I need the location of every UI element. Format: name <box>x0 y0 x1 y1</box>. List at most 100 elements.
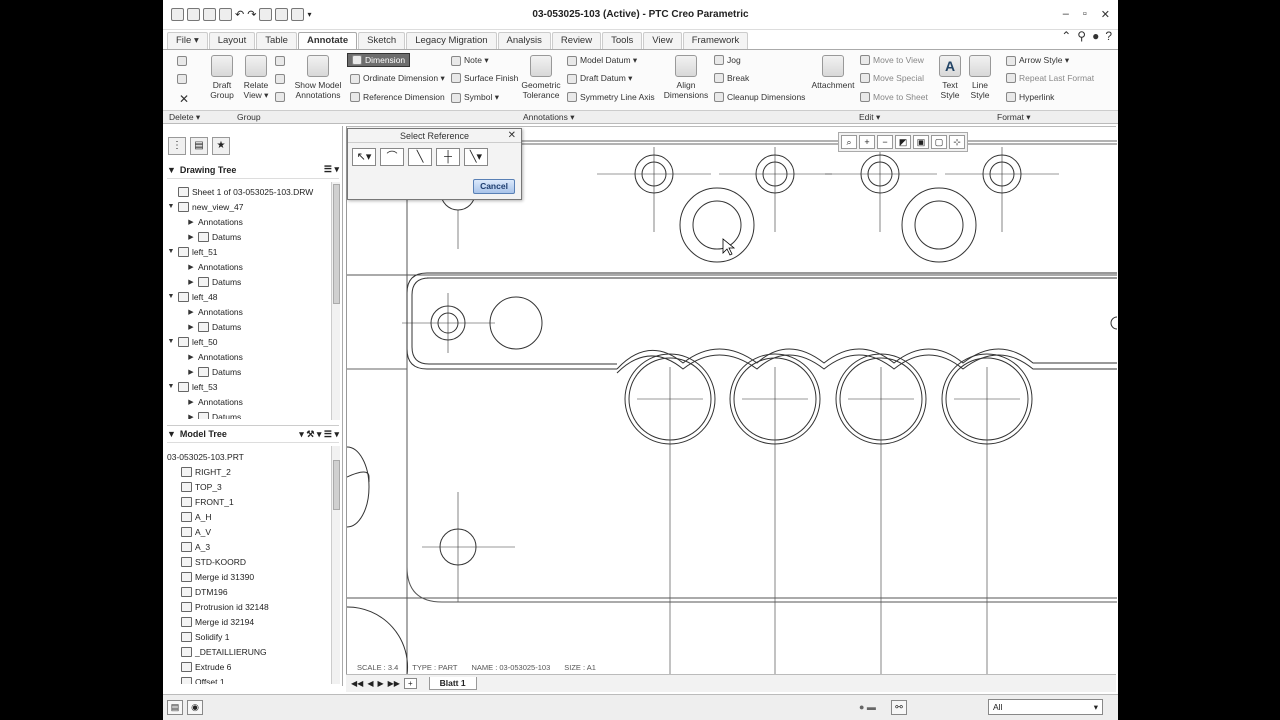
symmetry-line-axis-button[interactable]: Symmetry Line Axis <box>567 92 655 102</box>
model-tree-item[interactable]: Offset 1 <box>167 674 331 684</box>
tab-view[interactable]: View <box>643 32 682 49</box>
tab-tree-icon[interactable]: ⋮ <box>168 137 186 155</box>
model-tree-item[interactable]: Solidify 1 <box>167 629 331 644</box>
expand-right-icon[interactable]: ▶ <box>187 278 195 286</box>
tree-item[interactable]: ▶ Datums <box>167 364 331 379</box>
model-tree-item[interactable]: Extrude 6 <box>167 659 331 674</box>
next-sheet-icon[interactable]: ▶ <box>377 679 383 688</box>
move-to-view-button[interactable]: Move to View <box>860 55 924 65</box>
tab-folder-icon[interactable]: ▤ <box>190 137 208 155</box>
jog-button[interactable]: Jog <box>714 55 741 65</box>
model-tree-item[interactable]: RIGHT_2 <box>167 464 331 479</box>
note-button[interactable]: Note ▾ <box>451 55 489 66</box>
tab-review[interactable]: Review <box>551 32 602 49</box>
expand-down-icon[interactable]: ▼ <box>167 293 175 300</box>
datum-display-icon[interactable]: ⊹ <box>949 135 965 149</box>
repaint-icon[interactable]: ◩ <box>895 135 911 149</box>
model-tree-scrollbar[interactable] <box>331 446 340 684</box>
model-tree-item[interactable]: STD-KOORD <box>167 554 331 569</box>
model-tree-item[interactable]: TOP_3 <box>167 479 331 494</box>
collapse-ribbon-icon[interactable]: ⌃ <box>1061 29 1071 43</box>
expand-right-icon[interactable]: ▶ <box>187 308 195 316</box>
drawing-tree-scrollbar[interactable] <box>331 182 340 420</box>
reference-dimension-button[interactable]: Reference Dimension <box>350 92 445 102</box>
tab-layout[interactable]: Layout <box>208 32 256 49</box>
tab-file[interactable]: File ▾ <box>167 32 208 49</box>
tree-item[interactable]: Sheet 1 of 03-053025-103.DRW <box>167 184 331 199</box>
draft-datum-button[interactable]: Draft Datum ▾ <box>567 73 632 84</box>
tree-item[interactable]: ▶ Annotations <box>167 394 331 409</box>
model-datum-button[interactable]: Model Datum ▾ <box>567 55 637 66</box>
tab-framework[interactable]: Framework <box>682 32 749 49</box>
expand-right-icon[interactable]: ▶ <box>187 233 195 241</box>
model-tree-item[interactable]: A_V <box>167 524 331 539</box>
model-tree-item[interactable]: A_H <box>167 509 331 524</box>
tree-item[interactable]: ▶ Datums <box>167 229 331 244</box>
close-icon[interactable]: ✕ <box>1101 8 1110 21</box>
tree-item[interactable]: ▼ left_48 <box>167 289 331 304</box>
show-model-annotations-button[interactable]: Show Model Annotations <box>293 55 343 100</box>
group-tool-2-icon[interactable] <box>275 74 285 84</box>
drawing-canvas[interactable]: ⌕ + − ◩ ▣ ▢ ⊹ SCALE : 3.4 TYPE : PART NA… <box>346 126 1117 675</box>
model-tree-item[interactable]: _DETAILLIERUNG <box>167 644 331 659</box>
surface-finish-button[interactable]: Surface Finish <box>451 73 518 83</box>
tab-sketch[interactable]: Sketch <box>358 32 406 49</box>
expand-right-icon[interactable]: ▶ <box>187 263 195 271</box>
display-style-icon[interactable]: ▣ <box>913 135 929 149</box>
tree-settings-icon[interactable]: ☰ ▾ <box>324 164 339 175</box>
scrollbar-thumb[interactable] <box>333 460 340 510</box>
expand-right-icon[interactable]: ▶ <box>187 398 195 406</box>
model-tree-item[interactable]: FRONT_1 <box>167 494 331 509</box>
draft-group-button[interactable]: Draft Group <box>205 55 239 100</box>
arrow-style-button[interactable]: Arrow Style ▾ <box>1006 55 1069 66</box>
collapse-triangle-icon[interactable]: ▼ <box>167 429 176 439</box>
minimize-icon[interactable]: – <box>1063 8 1069 21</box>
find-icon[interactable]: ⚯ <box>891 700 907 715</box>
tab-analysis[interactable]: Analysis <box>497 32 551 49</box>
relate-view-button[interactable]: Relate View ▾ <box>239 55 273 100</box>
search-icon[interactable]: ⚲ <box>1077 29 1086 43</box>
tangent-curve-icon[interactable]: ⌒ <box>380 148 404 166</box>
navigator-toggle-icon[interactable]: ▤ <box>167 700 183 715</box>
tree-item[interactable]: ▼ new_view_47 <box>167 199 331 214</box>
expand-right-icon[interactable]: ▶ <box>187 368 195 376</box>
tab-annotate[interactable]: Annotate <box>297 32 358 49</box>
break-button[interactable]: Break <box>714 73 749 83</box>
expand-right-icon[interactable]: ▶ <box>187 323 195 331</box>
model-tree-item[interactable]: DTM196 <box>167 584 331 599</box>
browser-toggle-icon[interactable]: ◉ <box>187 700 203 715</box>
annotations-group-label[interactable]: Annotations ▾ <box>523 112 575 123</box>
help-icon[interactable]: ? <box>1105 29 1112 43</box>
expand-down-icon[interactable]: ▼ <box>167 248 175 255</box>
model-tree-item[interactable]: Merge id 31390 <box>167 569 331 584</box>
model-tree-item[interactable]: A_3 <box>167 539 331 554</box>
tab-favorites-icon[interactable]: ★ <box>212 137 230 155</box>
edit-group-label[interactable]: Edit ▾ <box>859 112 880 123</box>
geometric-tolerance-button[interactable]: Geometric Tolerance <box>519 55 563 100</box>
tab-tools[interactable]: Tools <box>602 32 643 49</box>
model-tree-item[interactable]: 03-053025-103.PRT <box>167 449 331 464</box>
symbol-button[interactable]: Symbol ▾ <box>451 92 499 103</box>
tree-item[interactable]: ▶ Annotations <box>167 214 331 229</box>
add-sheet-icon[interactable]: + <box>403 678 417 689</box>
format-group-label[interactable]: Format ▾ <box>997 112 1031 123</box>
tree-item[interactable]: ▼ left_50 <box>167 334 331 349</box>
cleanup-dimensions-button[interactable]: Cleanup Dimensions <box>714 92 805 102</box>
collapse-triangle-icon[interactable]: ▼ <box>167 165 176 175</box>
move-to-sheet-button[interactable]: Move to Sheet <box>860 92 928 102</box>
tree-item[interactable]: ▶ Datums <box>167 409 331 419</box>
delete-group-label[interactable]: Delete ▾ <box>169 112 200 123</box>
select-arrow-icon[interactable]: ↖▾ <box>352 148 376 166</box>
expand-down-icon[interactable]: ▼ <box>167 383 175 390</box>
community-icon[interactable]: ● <box>1092 29 1099 43</box>
selection-filter-dropdown[interactable]: All ▾ <box>988 699 1103 715</box>
convert-icon[interactable] <box>177 74 187 84</box>
first-sheet-icon[interactable]: ◀◀ <box>351 679 363 688</box>
hyperlink-button[interactable]: Hyperlink <box>1006 92 1054 102</box>
tree-item[interactable]: ▶ Annotations <box>167 349 331 364</box>
group-tool-3-icon[interactable] <box>275 92 285 102</box>
tree-item[interactable]: ▶ Datums <box>167 274 331 289</box>
tab-table[interactable]: Table <box>256 32 297 49</box>
cancel-button[interactable]: Cancel <box>473 179 515 194</box>
expand-right-icon[interactable]: ▶ <box>187 353 195 361</box>
